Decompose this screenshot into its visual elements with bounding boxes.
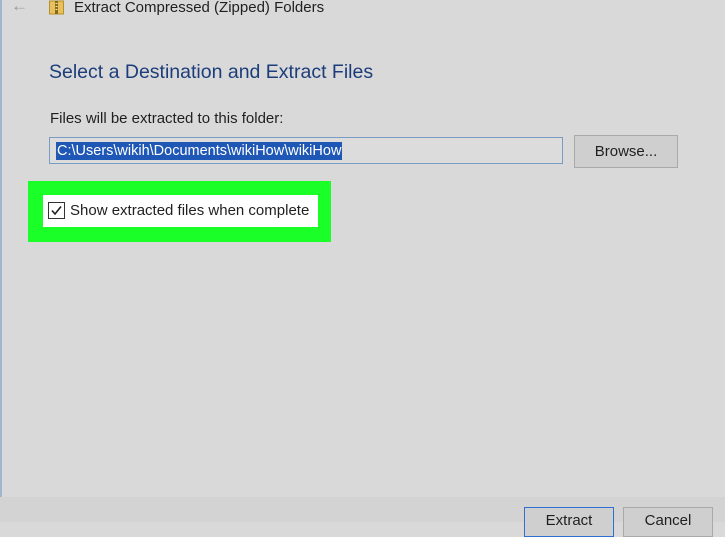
browse-button[interactable]: Browse... [574, 135, 678, 168]
destination-label: Files will be extracted to this folder: [50, 110, 284, 127]
show-extracted-files-checkbox[interactable] [48, 202, 65, 219]
cancel-button[interactable]: Cancel [623, 507, 713, 537]
window-left-border [0, 0, 2, 522]
extract-button[interactable]: Extract [524, 507, 614, 537]
dialog-heading: Select a Destination and Extract Files [49, 61, 374, 83]
zipped-folder-icon [49, 0, 64, 15]
button-bar [0, 497, 725, 522]
back-arrow-icon[interactable]: ← [11, 0, 29, 15]
checkmark-icon [51, 206, 62, 216]
destination-path-text: C:\Users\wikih\Documents\wikiHow\wikiHow [56, 142, 343, 160]
destination-path-input[interactable]: C:\Users\wikih\Documents\wikiHow\wikiHow [49, 137, 563, 164]
window-title: Extract Compressed (Zipped) Folders [74, 0, 325, 16]
show-extracted-files-label: Show extracted files when complete [70, 202, 310, 219]
title-bar: ← Extract Compressed (Zipped) Folders [0, 0, 725, 20]
